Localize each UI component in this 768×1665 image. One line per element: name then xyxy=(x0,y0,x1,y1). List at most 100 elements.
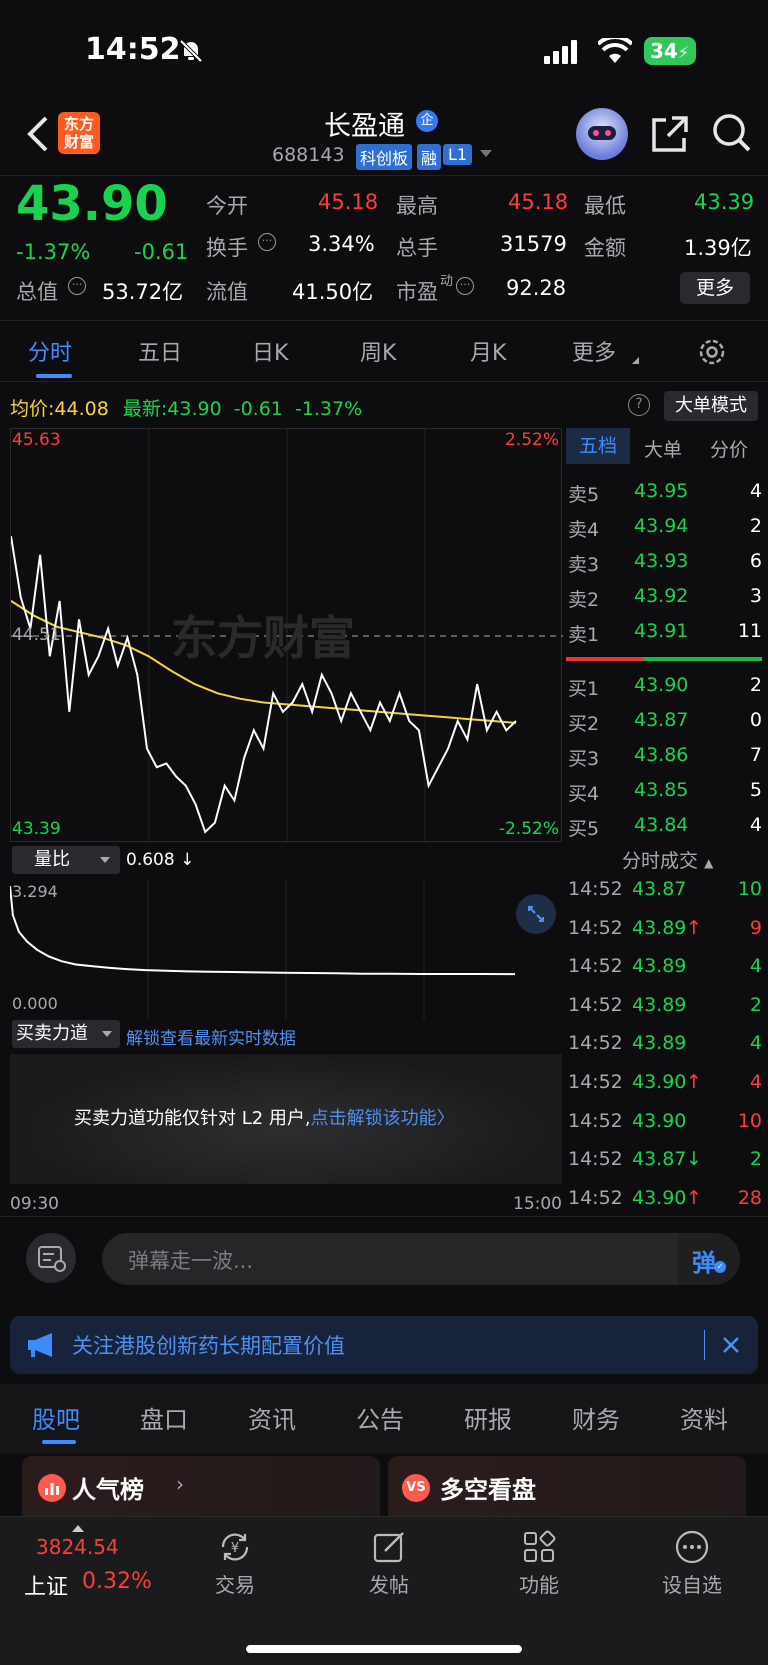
last-value: 43.90 xyxy=(167,398,222,420)
volume-ratio-label: 量比 xyxy=(34,849,70,870)
trade-row: 14:52 43.89 4 xyxy=(566,955,762,981)
share-icon[interactable] xyxy=(650,114,690,154)
chart-bar-icon xyxy=(38,1474,66,1502)
price-chart-svg: 东方财富 xyxy=(11,429,563,843)
help-icon[interactable]: ? xyxy=(628,394,650,416)
price-chart[interactable]: 东方财富 45.63 2.52% 44.51 43.39 -2.52% xyxy=(10,428,563,843)
tab-news[interactable]: 资讯 xyxy=(248,1400,296,1435)
info-icon[interactable]: ··· xyxy=(456,277,474,295)
tag-level: L1 xyxy=(443,144,473,165)
expand-icon[interactable] xyxy=(516,894,556,934)
tab-more[interactable]: 更多 xyxy=(572,335,616,367)
back-button[interactable] xyxy=(22,112,54,156)
trade-time: 14:52 xyxy=(568,878,623,900)
mute-bell-icon xyxy=(178,38,204,64)
sell-level: 卖3 43.93 6 xyxy=(568,550,762,576)
tab-pankou[interactable]: 盘口 xyxy=(140,1400,188,1435)
close-icon[interactable] xyxy=(718,1332,744,1358)
popularity-card[interactable]: 人气榜 › xyxy=(22,1456,380,1516)
tab-daily-k[interactable]: 日K xyxy=(252,335,288,367)
trade-row: 14:52 43.89 2 xyxy=(566,994,762,1020)
open-label: 今开 xyxy=(206,194,248,218)
chevron-right-icon: › xyxy=(176,1472,184,1496)
unlock-link[interactable]: 解锁查看最新实时数据 xyxy=(126,1024,296,1049)
tab-monthly-k[interactable]: 月K xyxy=(470,335,506,367)
gear-icon[interactable] xyxy=(697,337,727,367)
index-ticker[interactable]: 3824.54 上证 0.32% xyxy=(0,1517,170,1617)
ref-price-label: 44.51 xyxy=(12,625,61,645)
avg-value: 44.08 xyxy=(54,398,109,420)
trade-price: 43.89 xyxy=(632,916,687,939)
trades-title[interactable]: 分时成交 ▲ xyxy=(622,846,713,873)
unlock-feature-link[interactable]: 点击解锁该功能 xyxy=(311,1108,437,1129)
chevron-left-icon xyxy=(27,116,48,152)
nav-post[interactable]: 发帖 xyxy=(354,1527,424,1607)
big-order-mode-button[interactable]: 大单模式 xyxy=(664,391,758,421)
trade-volume: 28 xyxy=(737,1186,762,1209)
trade-direction: ↑ xyxy=(686,916,702,939)
more-dots-icon xyxy=(675,1530,709,1564)
edit-icon xyxy=(373,1532,404,1563)
pct-max-label: 2.52% xyxy=(504,430,559,450)
content-tabs: 股吧 盘口 资讯 公告 研报 财务 资料 xyxy=(0,1384,768,1454)
pe-label: 市盈 xyxy=(396,280,438,304)
more-button[interactable]: 更多 xyxy=(680,272,750,304)
info-icon[interactable]: ··· xyxy=(68,277,86,295)
time-start: 09:30 xyxy=(10,1194,59,1214)
pe-superscript: 动 xyxy=(440,274,454,289)
trade-time: 14:52 xyxy=(568,1109,623,1132)
danmaku-input[interactable]: 弹幕走一波... 弹 ✓ xyxy=(102,1233,740,1285)
tab-research[interactable]: 研报 xyxy=(464,1400,512,1435)
tab-price-distribution[interactable]: 分价 xyxy=(710,435,748,462)
tab-profile[interactable]: 资料 xyxy=(680,1400,728,1435)
trade-row: 14:52 43.87 10 xyxy=(566,878,762,904)
trade-time: 14:52 xyxy=(568,1071,623,1093)
header: 东方 财富 长盈通 企 688143 科创板 融 L1 xyxy=(0,100,768,175)
tab-guba[interactable]: 股吧 xyxy=(32,1400,80,1435)
dropdown-corner-icon xyxy=(632,357,639,364)
robot-avatar[interactable] xyxy=(576,108,628,160)
buy-sell-power-selector[interactable]: 买卖力道 xyxy=(12,1020,120,1048)
trade-list: 分时成交 ▲ 14:52 43.87 10 14:52 43.89 ↑ 9 14:52 43.8… xyxy=(566,842,768,1217)
danmaku-send-button[interactable]: 弹 ✓ xyxy=(678,1233,740,1285)
tag-star-market: 科创板 xyxy=(356,144,413,170)
bull-bear-card[interactable]: VS 多空看盘 xyxy=(388,1456,746,1516)
search-icon[interactable] xyxy=(712,112,752,154)
info-icon[interactable]: ··· xyxy=(258,233,276,251)
open-value: 45.18 xyxy=(318,190,379,214)
buy-level: 买4 43.85 5 xyxy=(568,779,762,805)
bull-bear-label: 多空看盘 xyxy=(440,1476,536,1504)
tab-five-day[interactable]: 五日 xyxy=(138,335,182,367)
nav-functions[interactable]: 功能 xyxy=(504,1527,574,1607)
trade-time: 14:52 xyxy=(568,916,623,939)
bid-ask-ratio-bar xyxy=(566,657,762,661)
tab-five-level[interactable]: 五档 xyxy=(566,428,630,464)
grid-icon xyxy=(524,1530,556,1562)
turnover-label: 换手 xyxy=(206,236,248,260)
trade-volume: 4 xyxy=(749,955,762,978)
bottom-nav: 3824.54 上证 0.32% ¥ 交易 发帖 功能 设自选 xyxy=(0,1516,768,1665)
l2-notice-text: 买卖力道功能仅针对 L2 用户, xyxy=(74,1108,311,1129)
tab-intraday[interactable]: 分时 xyxy=(28,335,72,367)
trade-volume: 4 xyxy=(749,1071,762,1093)
tab-announcements[interactable]: 公告 xyxy=(356,1400,404,1435)
tab-finance[interactable]: 财务 xyxy=(572,1400,620,1435)
price-max-label: 45.63 xyxy=(12,430,61,450)
tab-big-order[interactable]: 大单 xyxy=(644,435,682,462)
vs-icon: VS xyxy=(402,1474,430,1502)
chevron-down-icon[interactable] xyxy=(480,150,492,157)
battery-icon: 34⚡ xyxy=(644,37,696,65)
volume-ratio-selector[interactable]: 量比 xyxy=(12,846,120,874)
announcement-banner[interactable]: 关注港股创新药长期配置价值 xyxy=(10,1316,758,1374)
trade-row: 14:52 43.89 4 xyxy=(566,1032,762,1058)
amount-label: 金额 xyxy=(584,236,626,260)
trade-row: 14:52 43.90 10 xyxy=(566,1110,762,1136)
danmaku-toggle-icon[interactable] xyxy=(26,1233,76,1283)
tab-weekly-k[interactable]: 周K xyxy=(360,335,396,367)
volume-ratio-chart xyxy=(10,880,516,1020)
nav-watchlist[interactable]: 设自选 xyxy=(654,1527,730,1607)
index-name: 上证 xyxy=(24,1575,69,1600)
danmaku-bar: 弹幕走一波... 弹 ✓ xyxy=(0,1217,768,1303)
buy-level: 买3 43.86 7 xyxy=(568,744,762,770)
nav-trade[interactable]: ¥ 交易 xyxy=(200,1527,270,1607)
